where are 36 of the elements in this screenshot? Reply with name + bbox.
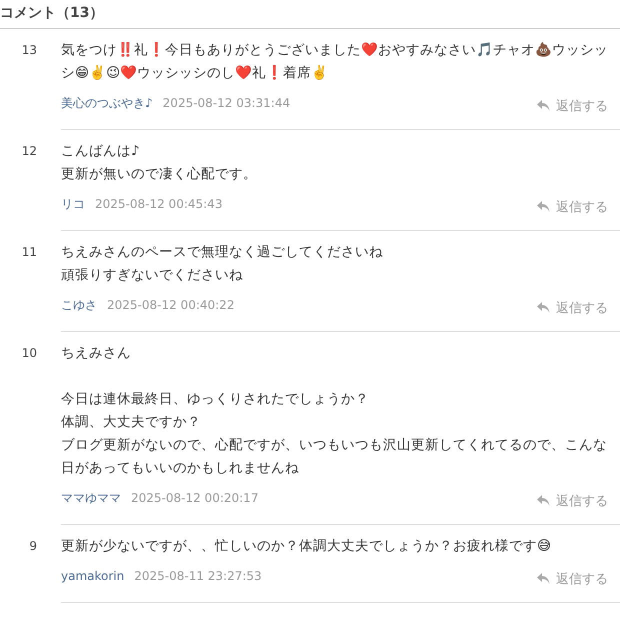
comment-number: 12 [22, 143, 38, 160]
comment-text: 体調、大丈夫ですか？ [61, 413, 202, 432]
reply-icon [537, 495, 550, 507]
comment-number: 9 [29, 538, 38, 555]
comment-text: ブログ更新がないので、心配ですが、いつもいつも沢山更新してくれてるので、こんな日があってもいいのかもしれませんね [61, 436, 608, 478]
comment-date: 2025-08-12 00:45:43 [95, 197, 222, 211]
comment-text: こんばんは♪ [61, 142, 141, 161]
reply-button[interactable]: 返信する [537, 198, 608, 216]
author-link[interactable]: yamakorin [61, 569, 124, 583]
comment-date: 2025-08-11 23:27:53 [134, 569, 262, 583]
comment-text: 気をつけ‼礼❗今日もありがとうございました❤おやすみなさい🎵チャオ💩ウッシッシ😁✌😉❤ウッシッシのし❤礼❗着席✌ [61, 41, 608, 83]
reply-icon [537, 573, 550, 585]
reply-button[interactable]: 返信する [537, 299, 608, 317]
author-link[interactable]: 美心のつぶやき♪ [61, 94, 153, 112]
author-link[interactable]: ママゆママ [61, 490, 121, 506]
reply-button[interactable]: 返信する [537, 570, 608, 588]
reply-button[interactable]: 返信する [537, 492, 608, 510]
comment-text: 今日は連休最終日、ゆっくりされたでしょうか？ [61, 390, 370, 409]
author-link[interactable]: リコ [61, 196, 85, 212]
reply-icon [537, 100, 550, 112]
reply-icon [537, 201, 550, 213]
comment-text: 更新が無いので凄く心配です。 [61, 165, 258, 184]
comment-number: 13 [22, 42, 38, 59]
reply-icon [537, 302, 550, 314]
comment-number: 10 [22, 345, 38, 362]
comment-text: ちえみさんのペースで無理なく過ごしてくださいね [61, 243, 384, 262]
comment-number: 11 [22, 244, 38, 261]
comments-heading: コメント（13） [0, 0, 620, 29]
comment-text: ちえみさん [61, 344, 132, 363]
comment-text: 頑張りすぎないでくださいね [61, 266, 244, 285]
reply-button[interactable]: 返信する [537, 97, 608, 115]
author-link[interactable]: こゆさ [61, 296, 97, 314]
comment-date: 2025-08-12 00:40:22 [107, 298, 234, 312]
comment-date: 2025-08-12 03:31:44 [162, 96, 290, 110]
comment-date: 2025-08-12 00:20:17 [131, 491, 258, 505]
comment-text: 更新が少ないですが、、忙しいのか？体調大丈夫でしょうか？お疲れ様です😅 [61, 537, 552, 556]
